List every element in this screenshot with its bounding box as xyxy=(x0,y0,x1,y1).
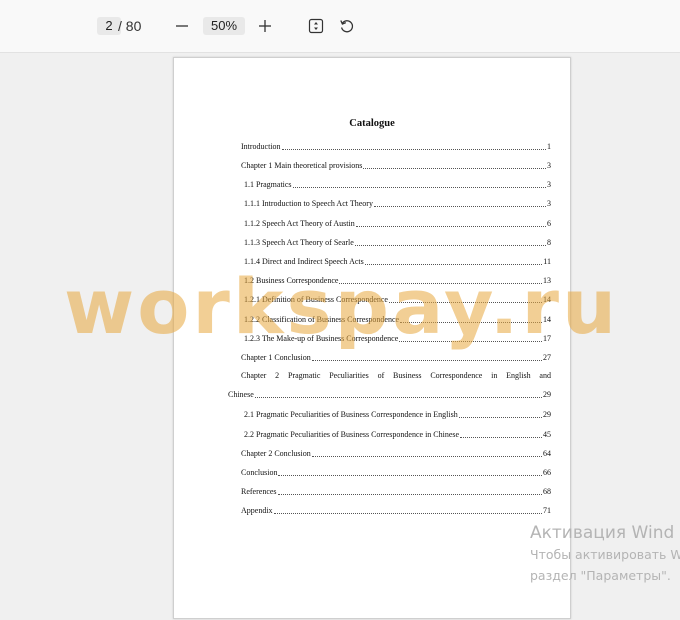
toc-entry-page: 64 xyxy=(543,449,551,458)
toc-word: Chapter xyxy=(241,371,267,380)
toc-entry-label: 1.1.4 Direct and Indirect Speech Acts xyxy=(244,257,364,266)
toc-word: Correspondence xyxy=(430,371,483,380)
toc-entry-page: 11 xyxy=(543,257,551,266)
toc-word: English xyxy=(506,371,531,380)
zoom-level[interactable]: 50% xyxy=(203,17,245,35)
plus-icon xyxy=(259,20,271,32)
toc-entry-label: Introduction xyxy=(241,142,281,151)
page-title: Catalogue xyxy=(349,118,395,129)
pdf-toolbar: 2 / 80 50% xyxy=(0,0,680,53)
toc-word: Pragmatic xyxy=(287,371,321,380)
toc-entry[interactable]: 1.2.1 Definition of Business Corresponde… xyxy=(244,293,551,305)
toc-entry-label: 1.1.2 Speech Act Theory of Austin xyxy=(244,219,355,228)
toc-entry-page: 17 xyxy=(543,334,551,343)
activation-title: Активация Wind xyxy=(530,523,675,543)
fit-page-button[interactable] xyxy=(304,14,328,38)
toc-word: 2 xyxy=(275,371,280,380)
toc-entry-label: 1.2 Business Correspondence xyxy=(244,276,339,285)
windows-activation-notice: Активация Wind Чтобы активировать W разд… xyxy=(530,522,680,586)
toc-word: of xyxy=(377,371,385,380)
toc-entry-page: 66 xyxy=(543,468,551,477)
toc-entry-page: 3 xyxy=(547,161,551,170)
toc-entry[interactable]: Chapter 2 Conclusion 64 xyxy=(241,447,551,459)
toc-entry[interactable]: 1.2.2 Classification of Business Corresp… xyxy=(244,313,551,325)
toc-entry-label: 1.1 Pragmatics xyxy=(244,180,292,189)
toc-entry-label: 1.2.3 The Make-up of Business Correspond… xyxy=(244,334,399,343)
zoom-in-button[interactable] xyxy=(253,14,277,38)
toc-entry-page: 6 xyxy=(547,219,551,228)
document-page: Catalogue Introduction 1 Chapter 1 Main t… xyxy=(173,57,571,619)
rotate-icon xyxy=(340,20,354,33)
toc-entry-page: 27 xyxy=(543,353,551,362)
total-pages-label: / 80 xyxy=(118,18,142,34)
toc-entry[interactable]: Chapter 1 Conclusion 27 xyxy=(241,351,551,363)
toc-word: Business xyxy=(393,371,422,380)
toc-entry[interactable]: Conclusion 66 xyxy=(241,466,551,478)
toc-entry-page: 3 xyxy=(547,180,551,189)
toc-entry[interactable]: 1.2 Business Correspondence 13 xyxy=(244,274,551,286)
toc-entry-label: Chapter 2 Conclusion xyxy=(241,449,311,458)
toc-word: in xyxy=(491,371,498,380)
toc-entry-page: 68 xyxy=(543,487,551,496)
toc-entry[interactable]: Chapter 1 Main theoretical provisions 3 xyxy=(241,159,551,171)
toc-entry-page: 8 xyxy=(547,238,551,247)
toc-entry-page: 14 xyxy=(543,295,551,304)
toc-entry-label: Chapter 1 Conclusion xyxy=(241,353,311,362)
zoom-out-button[interactable] xyxy=(170,14,194,38)
toc-entry-label: Conclusion xyxy=(241,468,278,477)
toc-entry-label: 1.2.2 Classification of Business Corresp… xyxy=(244,315,400,324)
toc-entry[interactable]: Chinese 29 xyxy=(228,388,551,400)
toc-entry-page: 29 xyxy=(543,390,551,399)
toc-entry-chapter2-first-line[interactable]: Chapter 2 Pragmatic Peculiarities of Bus… xyxy=(241,371,551,381)
fit-height-icon xyxy=(308,18,324,34)
toc-entry-page: 3 xyxy=(547,199,551,208)
toc-entry[interactable]: 1.1.4 Direct and Indirect Speech Acts 11 xyxy=(244,255,551,267)
toc-entry-page: 29 xyxy=(543,410,551,419)
toc-entry[interactable]: References 68 xyxy=(241,485,551,497)
toc-entry-label: 1.2.1 Definition of Business Corresponde… xyxy=(244,295,388,304)
toc-entry-label: 2.2 Pragmatic Peculiarities of Business … xyxy=(244,430,460,439)
activation-line: раздел "Параметры". xyxy=(530,568,671,583)
toc-entry[interactable]: 1.2.3 The Make-up of Business Correspond… xyxy=(244,332,551,344)
toc-entry-label: Chinese xyxy=(228,390,254,399)
toc-entry[interactable]: 1.1.1 Introduction to Speech Act Theory 3 xyxy=(244,197,551,209)
toc-word: and xyxy=(539,371,551,380)
toc-entry[interactable]: 2.2 Pragmatic Peculiarities of Business … xyxy=(244,428,551,440)
toc-entry[interactable]: Appendix 71 xyxy=(241,504,551,516)
minus-icon xyxy=(176,25,188,27)
toc-word: Peculiarities xyxy=(329,371,369,380)
toc-entry-label: 2.1 Pragmatic Peculiarities of Business … xyxy=(244,410,458,419)
toc-entry-page: 13 xyxy=(543,276,551,285)
toc-entry-label: 1.1.1 Introduction to Speech Act Theory xyxy=(244,199,373,208)
toc-entry-label: References xyxy=(241,487,277,496)
toc-entry[interactable]: 1.1.3 Speech Act Theory of Searle 8 xyxy=(244,236,551,248)
toc-entry-label: Appendix xyxy=(241,506,273,515)
toc-entry-page: 45 xyxy=(543,430,551,439)
toc-entry-label: 1.1.3 Speech Act Theory of Searle xyxy=(244,238,354,247)
toc-entry-page: 1 xyxy=(547,142,551,151)
toc-entry[interactable]: 2.1 Pragmatic Peculiarities of Business … xyxy=(244,408,551,420)
toc-entry-label: Chapter 1 Main theoretical provisions xyxy=(241,161,363,170)
toc-entry[interactable]: 1.1 Pragmatics 3 xyxy=(244,178,551,190)
activation-line: Чтобы активировать W xyxy=(530,547,680,562)
toc-entry[interactable]: 1.1.2 Speech Act Theory of Austin 6 xyxy=(244,217,551,229)
toc-entry-page: 71 xyxy=(543,506,551,515)
rotate-button[interactable] xyxy=(335,14,359,38)
toc-entry[interactable]: Introduction 1 xyxy=(241,140,551,152)
toc-entry-page: 14 xyxy=(543,315,551,324)
